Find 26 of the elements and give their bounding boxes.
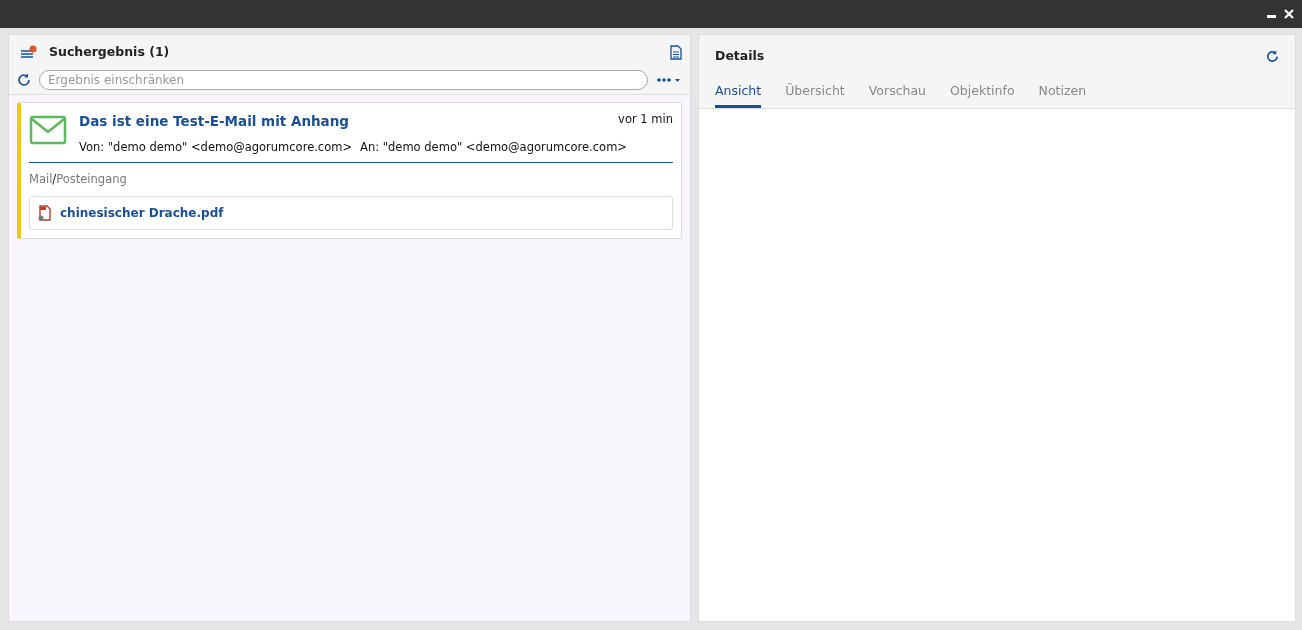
panel-title: Details [715, 47, 765, 65]
result-card[interactable]: Das ist eine Test-E-Mail mit Anhang vor 1 min Von: "demo demo" <demo@agorumcore.com> An: "demo demo" <demo@agorumcore.com> Mail/Posteingang chinesischer Drache.pdf [17, 101, 682, 239]
list-icon[interactable] [21, 45, 37, 60]
email-subject[interactable]: Das ist eine Test-E-Mail mit Anhang [79, 110, 349, 131]
path-separator: / [52, 171, 57, 189]
timestamp: vor 1 min [618, 110, 673, 128]
pdf-file-icon [38, 204, 52, 221]
close-icon[interactable] [1284, 9, 1294, 19]
refresh-icon[interactable] [17, 72, 31, 87]
more-icon[interactable] [656, 75, 682, 84]
path-segment[interactable]: Posteingang [56, 171, 127, 189]
attachment-item[interactable]: chinesischer Drache.pdf [29, 195, 673, 230]
tab[interactable]: Vorschau [868, 77, 927, 108]
panel-title: Suchergebnis (1) [49, 43, 170, 61]
envelope-icon [29, 114, 67, 145]
tab[interactable]: Objektinfo [950, 77, 1015, 108]
filter-field[interactable]: Ergebnis einschränken [39, 69, 648, 90]
tab[interactable]: Notizen [1038, 77, 1087, 108]
recipient-text: An: "demo demo" <demo@agorumcore.com> [360, 139, 627, 156]
attachment-name: chinesischer Drache.pdf [60, 204, 224, 222]
refresh-icon[interactable] [1266, 49, 1279, 63]
document-icon[interactable] [670, 44, 682, 60]
sender-text: Von: "demo demo" <demo@agorumcore.com> [79, 139, 353, 156]
tab[interactable]: Ansicht [715, 77, 762, 108]
path-segment[interactable]: Mail [29, 171, 53, 189]
tab[interactable]: Übersicht [785, 77, 845, 108]
